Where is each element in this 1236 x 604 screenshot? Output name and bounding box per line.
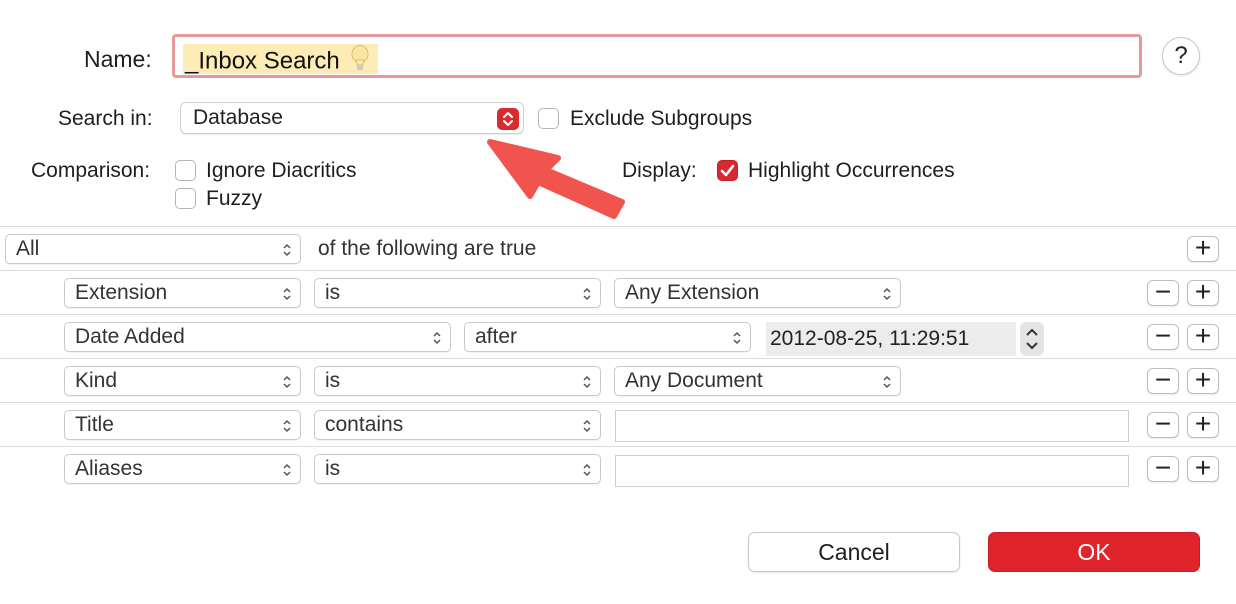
criterion-field: Date Added: [75, 325, 185, 348]
criterion-value-popup[interactable]: Any Extension: [614, 278, 901, 308]
criterion-operator-popup[interactable]: contains: [314, 410, 601, 440]
help-button[interactable]: ?: [1162, 37, 1200, 75]
name-field[interactable]: _Inbox Search: [172, 34, 1142, 78]
chevron-updown-icon: [283, 375, 291, 389]
plus-icon: +: [1194, 320, 1212, 351]
divider: [0, 270, 1236, 271]
cancel-button[interactable]: Cancel: [748, 532, 960, 572]
chevron-updown-icon: [433, 331, 441, 345]
divider: [0, 358, 1236, 359]
remove-criterion-button[interactable]: −: [1147, 276, 1179, 307]
chevron-updown-icon: [283, 419, 291, 433]
add-criterion-button[interactable]: +: [1187, 276, 1219, 307]
display-label: Display:: [622, 159, 697, 182]
search-in-value: Database: [193, 106, 283, 129]
criterion-value: Any Extension: [625, 281, 760, 304]
add-criterion-button[interactable]: +: [1187, 232, 1219, 263]
plus-icon: +: [1194, 408, 1212, 439]
criterion-value: Any Document: [625, 369, 763, 392]
minus-icon: −: [1154, 452, 1172, 483]
add-criterion-button[interactable]: +: [1187, 408, 1219, 439]
plus-icon: +: [1194, 276, 1212, 307]
search-in-popup[interactable]: Database: [180, 102, 524, 134]
plus-icon: +: [1194, 452, 1212, 483]
criterion-operator: is: [325, 281, 341, 304]
remove-criterion-button[interactable]: −: [1147, 364, 1179, 395]
chevron-updown-icon: [283, 463, 291, 477]
criterion-operator-popup[interactable]: after: [464, 322, 751, 352]
divider: [0, 314, 1236, 315]
fuzzy-checkbox[interactable]: [175, 188, 196, 209]
fuzzy-label: Fuzzy: [206, 187, 263, 210]
ignore-diacritics-label: Ignore Diacritics: [206, 159, 357, 182]
comparison-label: Comparison:: [31, 159, 151, 182]
checkmark-icon: [720, 164, 735, 177]
highlight-occurrences-checkbox[interactable]: [717, 160, 738, 181]
name-label: Name:: [84, 46, 152, 72]
stepper-updown-icon: [1026, 328, 1038, 350]
date-picker-field[interactable]: 2012-08-25, 11:29:51: [766, 322, 1016, 356]
criterion-value-popup[interactable]: Any Document: [614, 366, 901, 396]
divider: [0, 226, 1236, 227]
criterion-field-popup[interactable]: Aliases: [64, 454, 301, 484]
criterion-operator: is: [325, 457, 341, 480]
chevron-updown-icon: [583, 375, 591, 389]
name-value-highlight: _Inbox Search: [183, 44, 378, 74]
minus-icon: −: [1154, 364, 1172, 395]
name-value: _Inbox Search: [185, 47, 340, 75]
criterion-field-popup[interactable]: Kind: [64, 366, 301, 396]
minus-icon: −: [1154, 276, 1172, 307]
criterion-operator: is: [325, 369, 341, 392]
criterion-field-popup[interactable]: Title: [64, 410, 301, 440]
match-suffix: of the following are true: [318, 237, 537, 260]
criterion-text-field[interactable]: [615, 455, 1129, 487]
remove-criterion-button[interactable]: −: [1147, 320, 1179, 351]
ok-button[interactable]: OK: [988, 532, 1200, 572]
criterion-field-popup[interactable]: Date Added: [64, 322, 451, 352]
criterion-operator: contains: [325, 413, 404, 436]
plus-icon: +: [1194, 232, 1212, 263]
divider: [0, 402, 1236, 403]
lightbulb-icon: [350, 44, 370, 80]
chevron-updown-icon: [283, 243, 291, 257]
match-popup[interactable]: All: [5, 234, 301, 264]
exclude-subgroups-label: Exclude Subgroups: [570, 107, 753, 130]
chevron-updown-icon: [583, 287, 591, 301]
match-value: All: [16, 237, 40, 260]
criterion-text-field[interactable]: [615, 410, 1129, 442]
chevron-updown-icon: [883, 287, 891, 301]
highlight-occurrences-label: Highlight Occurrences: [748, 159, 955, 182]
criterion-field: Aliases: [75, 457, 143, 480]
minus-icon: −: [1154, 320, 1172, 351]
remove-criterion-button[interactable]: −: [1147, 408, 1179, 439]
plus-icon: +: [1194, 364, 1212, 395]
add-criterion-button[interactable]: +: [1187, 452, 1219, 483]
chevron-updown-icon: [733, 331, 741, 345]
chevron-updown-icon: [583, 419, 591, 433]
chevron-updown-icon: [283, 287, 291, 301]
criterion-operator-popup[interactable]: is: [314, 278, 601, 308]
ignore-diacritics-checkbox[interactable]: [175, 160, 196, 181]
criterion-operator: after: [475, 325, 518, 348]
criterion-field: Title: [75, 413, 114, 436]
criterion-field: Extension: [75, 281, 168, 304]
exclude-subgroups-checkbox[interactable]: [538, 108, 559, 129]
chevron-updown-icon: [883, 375, 891, 389]
criterion-operator-popup[interactable]: is: [314, 366, 601, 396]
annotation-arrow-icon: [487, 139, 625, 219]
chevron-updown-icon: [583, 463, 591, 477]
criterion-field: Kind: [75, 369, 118, 392]
popup-stepper-icon: [497, 108, 519, 130]
date-stepper[interactable]: [1020, 322, 1044, 356]
minus-icon: −: [1154, 408, 1172, 439]
add-criterion-button[interactable]: +: [1187, 364, 1219, 395]
search-in-label: Search in:: [58, 107, 153, 130]
divider: [0, 446, 1236, 447]
criterion-operator-popup[interactable]: is: [314, 454, 601, 484]
add-criterion-button[interactable]: +: [1187, 320, 1219, 351]
remove-criterion-button[interactable]: −: [1147, 452, 1179, 483]
criterion-field-popup[interactable]: Extension: [64, 278, 301, 308]
